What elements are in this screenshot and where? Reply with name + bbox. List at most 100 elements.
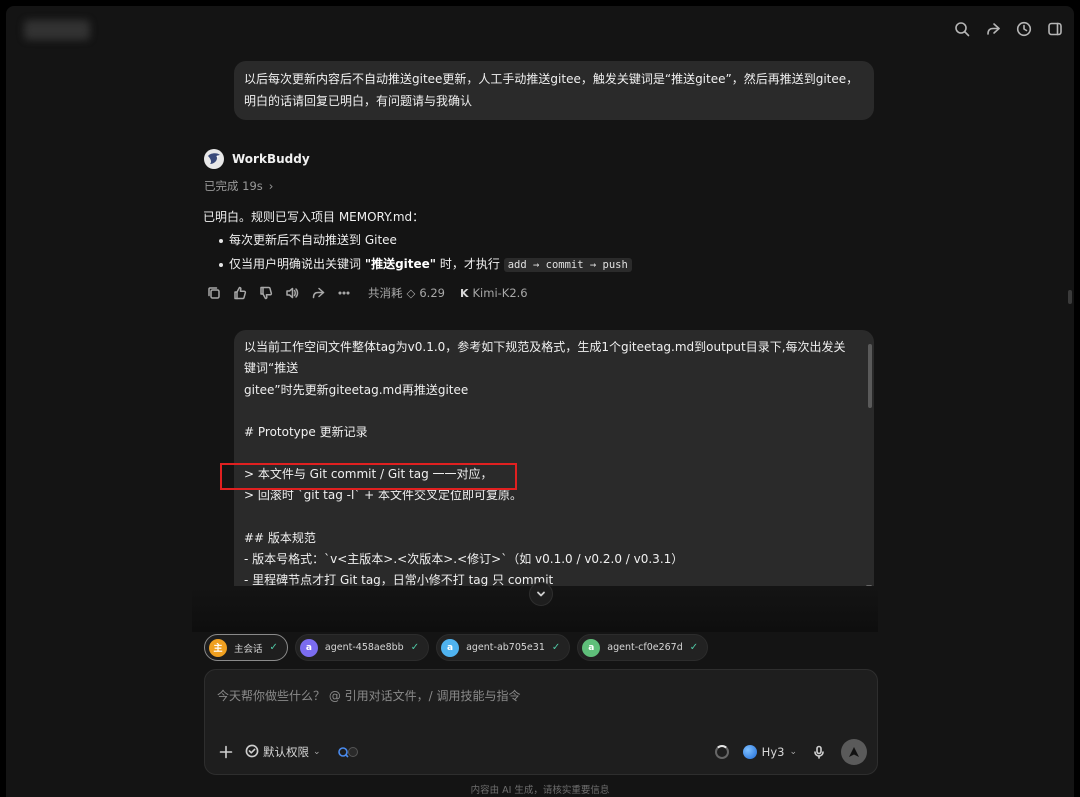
cost-value: 6.29 xyxy=(419,286,445,300)
shield-check-icon xyxy=(245,744,259,761)
list-item: 仅当用户明确说出关键词 "推送gitee" 时，才执行 add → commit… xyxy=(203,254,632,275)
agent-avatar: a xyxy=(299,638,318,657)
agent-avatar: 主 xyxy=(209,638,227,657)
chevron-right-icon: › xyxy=(268,179,274,193)
loading-spinner-icon xyxy=(714,745,729,759)
app-window: 以后每次更新内容后不自动推送gitee更新，人工手动推送gitee，触发关键词是… xyxy=(6,6,1074,797)
keyword-bold: "推送gitee" xyxy=(364,257,437,271)
sidebar-toggle-button[interactable] xyxy=(1045,19,1064,38)
model-name: Kimi-K2.6 xyxy=(472,286,528,300)
model-selector[interactable]: Hy3 ⌄ xyxy=(742,745,797,759)
chevron-down-icon: ⌄ xyxy=(789,747,797,757)
agent-avatar: a xyxy=(582,638,601,657)
copy-button[interactable] xyxy=(206,286,221,301)
share-message-button[interactable] xyxy=(310,286,325,301)
agent-chip-label: agent-cf0e267d xyxy=(607,642,683,653)
list-item: 每次更新后不自动推送到 Gitee xyxy=(203,230,632,250)
search-toggle-icon xyxy=(337,747,358,758)
red-highlight-annotation xyxy=(220,463,517,490)
agent-chip[interactable]: a agent-458ae8bb ✓ xyxy=(294,634,430,661)
agent-chip[interactable]: 主主会话 ✓ xyxy=(204,634,288,661)
send-arrow-icon xyxy=(849,747,859,757)
message-line xyxy=(244,401,852,422)
message-line xyxy=(244,443,852,464)
read-aloud-button[interactable] xyxy=(284,286,299,301)
add-attachment-button[interactable] xyxy=(217,743,235,761)
check-icon: ✓ xyxy=(551,642,561,653)
list-item-text: 每次更新后不自动推送到 Gitee xyxy=(229,233,397,247)
user-message: 以后每次更新内容后不自动推送gitee更新，人工手动推送gitee，触发关键词是… xyxy=(234,61,874,120)
user-message-text: 以后每次更新内容后不自动推送gitee更新，人工手动推送gitee，触发关键词是… xyxy=(244,72,859,108)
list-item-text: 时，才执行 xyxy=(436,257,504,271)
ai-disclaimer: 内容由 AI 生成，请核实重要信息 xyxy=(470,785,610,796)
agent-chip-label: agent-458ae8bb xyxy=(324,642,404,653)
list-item-text: 仅当用户明确说出关键词 xyxy=(229,257,365,271)
assistant-header: WorkBuddy xyxy=(204,149,310,169)
composer-input[interactable]: 今天帮你做些什么？ @ 引用对话文件，/ 调用技能与指令 xyxy=(217,687,521,704)
message-line: 以当前工作空间文件整体tag为v0.1.0，参考如下规范及格式，生成1个gite… xyxy=(244,340,846,376)
search-icon xyxy=(954,21,969,36)
check-icon: ✓ xyxy=(269,642,278,653)
search-button[interactable] xyxy=(952,19,971,38)
message-line: # Prototype 更新记录 xyxy=(244,424,368,439)
thumbs-up-button[interactable] xyxy=(232,286,247,301)
model-selector-label: Hy3 xyxy=(761,745,785,759)
token-cost: 共消耗 ◇ 6.29 xyxy=(368,285,445,301)
completion-status[interactable]: 已完成 19s › xyxy=(204,178,273,194)
agent-chip-label: 主会话 xyxy=(234,643,263,655)
chevron-down-icon xyxy=(537,591,545,597)
cost-label: 共消耗 xyxy=(368,286,403,300)
more-button[interactable] xyxy=(336,286,351,301)
check-icon: ✓ xyxy=(689,642,699,653)
answer-list: 每次更新后不自动推送到 Gitee 仅当用户明确说出关键词 "推送gitee" … xyxy=(203,230,632,275)
message-scrollbar[interactable] xyxy=(868,344,872,408)
history-icon xyxy=(1016,21,1031,36)
completion-status-text: 已完成 19s xyxy=(204,179,263,193)
message-line xyxy=(244,507,852,528)
send-button[interactable] xyxy=(841,739,867,765)
plus-icon xyxy=(219,745,233,759)
message-line: ## 版本规范 xyxy=(244,530,316,545)
workbuddy-logo-icon xyxy=(208,153,220,164)
sidebar-icon xyxy=(1047,22,1062,35)
thumbs-up-icon xyxy=(233,286,246,300)
answer-intro: 已明白。规则已写入项目 MEMORY.md： xyxy=(203,210,425,224)
history-button[interactable] xyxy=(1014,19,1033,38)
copy-icon xyxy=(207,287,220,299)
message-line: gitee”时先更新giteetag.md再推送gitee xyxy=(244,382,469,397)
voice-input-button[interactable] xyxy=(811,744,827,760)
composer: 今天帮你做些什么？ @ 引用对话文件，/ 调用技能与指令 默认权限 ⌄ Hy3 … xyxy=(204,669,878,775)
diamond-icon: ◇ xyxy=(406,286,416,300)
search-mode-toggle[interactable] xyxy=(337,746,359,758)
more-icon xyxy=(337,291,350,295)
microphone-icon xyxy=(814,745,824,759)
speaker-icon xyxy=(285,287,298,299)
assistant-answer: 已明白。规则已写入项目 MEMORY.md： 每次更新后不自动推送到 Gitee… xyxy=(203,207,632,279)
window-title-blurred xyxy=(24,20,90,40)
agent-chip[interactable]: a agent-ab705e31 ✓ xyxy=(436,634,571,661)
agent-chips: 主主会话 ✓ a agent-458ae8bb ✓ a agent-ab705e31 ✓ a ag… xyxy=(204,634,709,661)
model-info: K Kimi-K2.6 xyxy=(460,286,528,300)
thumbs-down-button[interactable] xyxy=(258,286,273,301)
permission-label: 默认权限 xyxy=(263,745,309,759)
share-icon xyxy=(312,287,324,299)
kimi-logo-icon: K xyxy=(459,286,469,300)
check-icon: ✓ xyxy=(410,642,420,653)
chevron-down-icon: ⌄ xyxy=(313,747,321,757)
user-message: 以当前工作空间文件整体tag为v0.1.0，参考如下规范及格式，生成1个gite… xyxy=(234,330,874,591)
scroll-to-bottom-button[interactable] xyxy=(529,582,553,606)
share-icon xyxy=(986,22,1000,35)
agent-chip[interactable]: a agent-cf0e267d ✓ xyxy=(577,634,709,661)
workbuddy-avatar xyxy=(204,149,224,169)
agent-avatar: a xyxy=(441,638,460,657)
agent-chip-label: agent-ab705e31 xyxy=(466,642,545,653)
permission-selector[interactable]: 默认权限 ⌄ xyxy=(245,744,321,761)
page-scrollbar[interactable] xyxy=(1068,290,1072,304)
thumbs-down-icon xyxy=(259,286,272,300)
message-actions: 共消耗 ◇ 6.29 K Kimi-K2.6 xyxy=(206,285,528,301)
header-toolbar xyxy=(952,19,1064,38)
message-line: - 版本号格式：`v<主版本>.<次版本>.<修订>`（如 v0.1.0 / v… xyxy=(244,552,684,567)
hy-model-icon xyxy=(742,745,757,759)
assistant-name: WorkBuddy xyxy=(232,152,310,166)
share-button[interactable] xyxy=(983,19,1002,38)
